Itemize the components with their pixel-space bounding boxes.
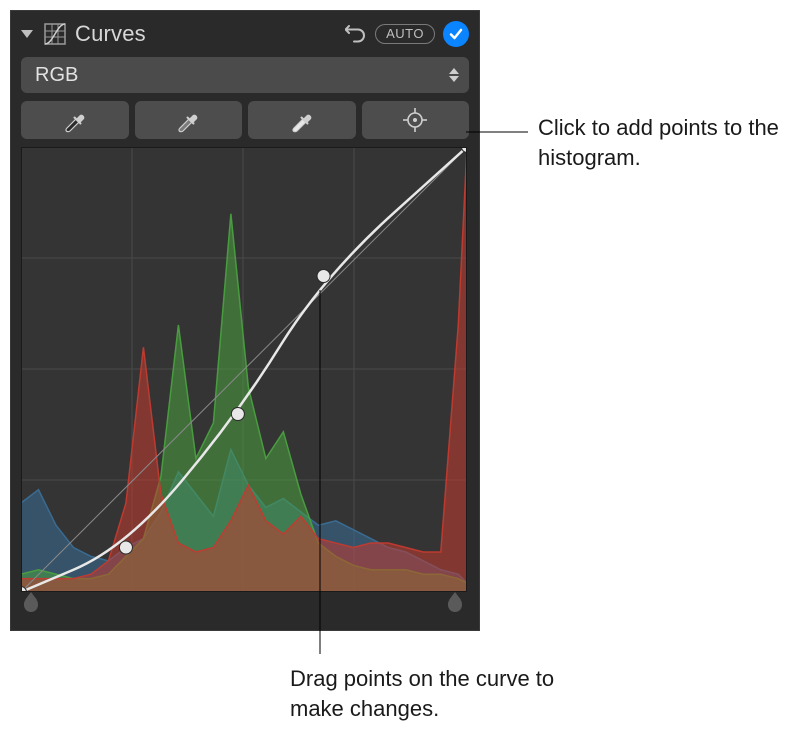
callout-drag-point: Drag points on the curve to make changes… xyxy=(290,664,610,723)
panel-header: Curves AUTO xyxy=(21,11,469,57)
white-point-eyedropper-button[interactable] xyxy=(248,101,356,139)
gray-point-eyedropper-button[interactable] xyxy=(135,101,243,139)
checkmark-icon xyxy=(448,26,464,42)
range-slider[interactable] xyxy=(21,598,469,616)
curve-point[interactable] xyxy=(119,541,132,554)
curves-grid-icon xyxy=(43,22,67,46)
select-stepper xyxy=(449,68,459,82)
black-point-eyedropper-button[interactable] xyxy=(21,101,129,139)
curves-histogram[interactable] xyxy=(21,147,467,592)
eyedropper-icon xyxy=(289,107,315,133)
channel-select[interactable]: RGB xyxy=(21,57,469,93)
undo-icon[interactable] xyxy=(345,25,367,43)
curves-panel: Curves AUTO RGB xyxy=(10,10,480,631)
eyedropper-icon xyxy=(62,107,88,133)
enabled-toggle[interactable] xyxy=(443,21,469,47)
crosshair-target-icon xyxy=(402,107,428,133)
channel-select-value: RGB xyxy=(35,64,78,87)
eyedropper-icon xyxy=(175,107,201,133)
panel-title: Curves xyxy=(75,21,337,47)
callout-add-point: Click to add points to the histogram. xyxy=(538,113,788,172)
histogram-svg xyxy=(21,147,467,592)
disclosure-triangle-icon[interactable] xyxy=(21,30,33,38)
tool-row xyxy=(21,101,469,139)
curve-point[interactable] xyxy=(231,408,244,421)
chevron-up-icon xyxy=(449,68,459,74)
add-point-button[interactable] xyxy=(362,101,470,139)
chevron-down-icon xyxy=(449,76,459,82)
curve-point[interactable] xyxy=(317,270,330,283)
auto-button[interactable]: AUTO xyxy=(375,24,435,44)
